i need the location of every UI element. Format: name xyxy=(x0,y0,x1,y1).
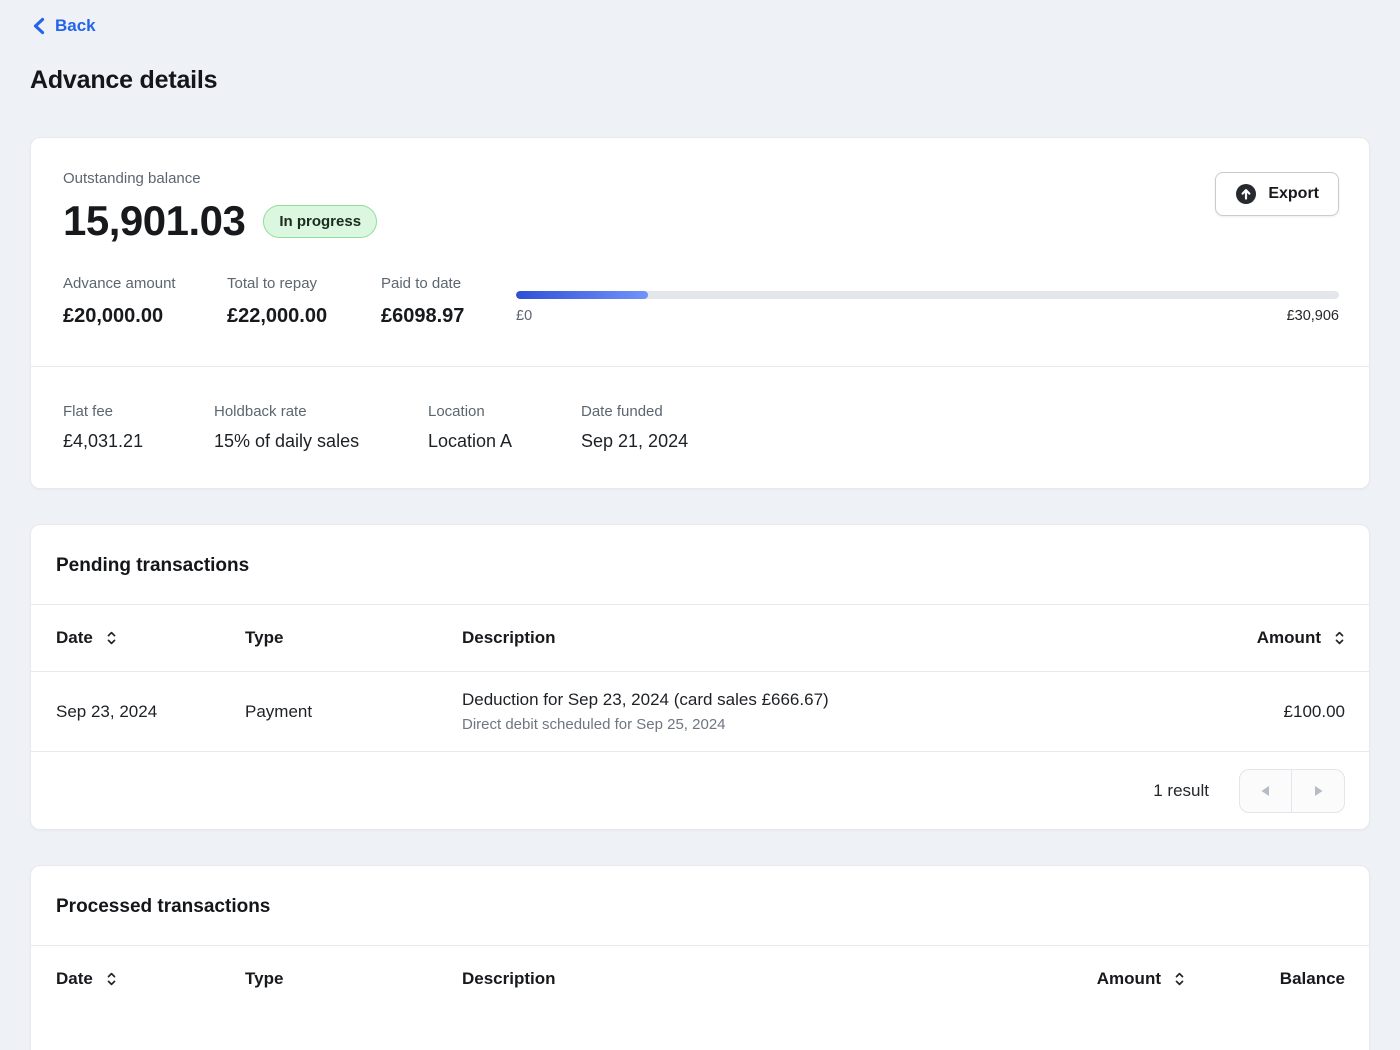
detail-value: Sep 21, 2024 xyxy=(581,431,688,452)
detail-label: Holdback rate xyxy=(214,403,428,420)
column-header-amount[interactable]: Amount xyxy=(1175,628,1345,648)
sort-icon xyxy=(106,970,117,988)
table-row: Sep 23, 2024 Payment Deduction for Sep 2… xyxy=(31,671,1369,751)
result-count: 1 result xyxy=(1153,781,1209,801)
repayment-progress: £0 £30,906 xyxy=(516,275,1339,324)
page-title: Advance details xyxy=(30,66,1370,95)
back-label: Back xyxy=(55,16,96,36)
stat-value: £6098.97 xyxy=(381,305,516,328)
column-header-type: Type xyxy=(245,969,462,989)
detail-location: Location Location A xyxy=(428,403,581,452)
cell-description: Deduction for Sep 23, 2024 (card sales £… xyxy=(462,690,1175,733)
outstanding-balance-value: 15,901.03 xyxy=(63,197,245,245)
detail-label: Flat fee xyxy=(63,403,214,420)
processed-transactions-card: Processed transactions Date Type Descrip… xyxy=(30,865,1370,1050)
column-header-balance: Balance xyxy=(1185,969,1345,989)
processed-table-header: Date Type Description Amount Balance xyxy=(31,945,1369,1012)
column-label: Date xyxy=(56,628,93,648)
detail-flat-fee: Flat fee £4,031.21 xyxy=(63,403,214,452)
circle-arrow-up-icon xyxy=(1235,183,1257,205)
column-header-date[interactable]: Date xyxy=(56,628,245,648)
previous-page-button[interactable] xyxy=(1240,770,1292,812)
column-header-amount[interactable]: Amount xyxy=(1015,969,1185,989)
pending-table-header: Date Type Description Amount xyxy=(31,604,1369,671)
progress-max-label: £30,906 xyxy=(1287,308,1339,324)
column-header-type: Type xyxy=(245,628,462,648)
stat-label: Total to repay xyxy=(227,275,381,292)
chevron-left-icon xyxy=(32,17,45,35)
progress-fill xyxy=(516,291,648,299)
sort-icon xyxy=(106,629,117,647)
processed-transactions-title: Processed transactions xyxy=(56,896,1344,918)
stat-total-to-repay: Total to repay £22,000.00 xyxy=(227,275,381,328)
pending-transactions-card: Pending transactions Date Type Descripti… xyxy=(30,524,1370,830)
back-link[interactable]: Back xyxy=(32,16,96,36)
triangle-right-icon xyxy=(1313,785,1324,797)
column-label: Amount xyxy=(1257,628,1321,648)
cell-amount: £100.00 xyxy=(1175,702,1345,722)
next-page-button[interactable] xyxy=(1292,770,1344,812)
description-main: Deduction for Sep 23, 2024 (card sales £… xyxy=(462,690,1175,710)
cell-type: Payment xyxy=(245,702,462,722)
export-button[interactable]: Export xyxy=(1215,172,1339,216)
detail-value: 15% of daily sales xyxy=(214,431,428,452)
detail-value: £4,031.21 xyxy=(63,431,214,452)
stat-label: Paid to date xyxy=(381,275,516,292)
sort-icon xyxy=(1334,629,1345,647)
sort-icon xyxy=(1174,970,1185,988)
processed-table-body xyxy=(31,1012,1369,1050)
stat-value: £22,000.00 xyxy=(227,305,381,328)
stat-label: Advance amount xyxy=(63,275,227,292)
stat-advance-amount: Advance amount £20,000.00 xyxy=(63,275,227,328)
outstanding-balance-label: Outstanding balance xyxy=(63,170,377,187)
export-label: Export xyxy=(1268,185,1319,203)
column-label: Description xyxy=(462,969,556,989)
column-header-description: Description xyxy=(462,969,1015,989)
status-badge: In progress xyxy=(263,205,377,238)
progress-min-label: £0 xyxy=(516,308,532,324)
detail-label: Location xyxy=(428,403,581,420)
outstanding-balance-block: Outstanding balance 15,901.03 In progres… xyxy=(63,170,377,245)
page: Back Advance details Outstanding balance… xyxy=(0,0,1400,1050)
column-label: Description xyxy=(462,628,556,648)
column-label: Type xyxy=(245,628,283,648)
column-label: Amount xyxy=(1097,969,1161,989)
column-header-date[interactable]: Date xyxy=(56,969,245,989)
cell-date: Sep 23, 2024 xyxy=(56,702,245,722)
pagination xyxy=(1239,769,1345,813)
column-header-description: Description xyxy=(462,628,1175,648)
stat-paid-to-date: Paid to date £6098.97 xyxy=(381,275,516,328)
progress-track xyxy=(516,291,1339,299)
advance-summary-card: Outstanding balance 15,901.03 In progres… xyxy=(30,137,1370,489)
stat-value: £20,000.00 xyxy=(63,305,227,328)
detail-holdback-rate: Holdback rate 15% of daily sales xyxy=(214,403,428,452)
description-sub: Direct debit scheduled for Sep 25, 2024 xyxy=(462,716,1175,733)
pending-table-footer: 1 result xyxy=(31,751,1369,829)
triangle-left-icon xyxy=(1260,785,1271,797)
detail-value: Location A xyxy=(428,431,581,452)
detail-date-funded: Date funded Sep 21, 2024 xyxy=(581,403,688,452)
column-label: Date xyxy=(56,969,93,989)
pending-transactions-title: Pending transactions xyxy=(56,555,1344,577)
column-label: Type xyxy=(245,969,283,989)
detail-label: Date funded xyxy=(581,403,688,420)
column-label: Balance xyxy=(1280,969,1345,989)
